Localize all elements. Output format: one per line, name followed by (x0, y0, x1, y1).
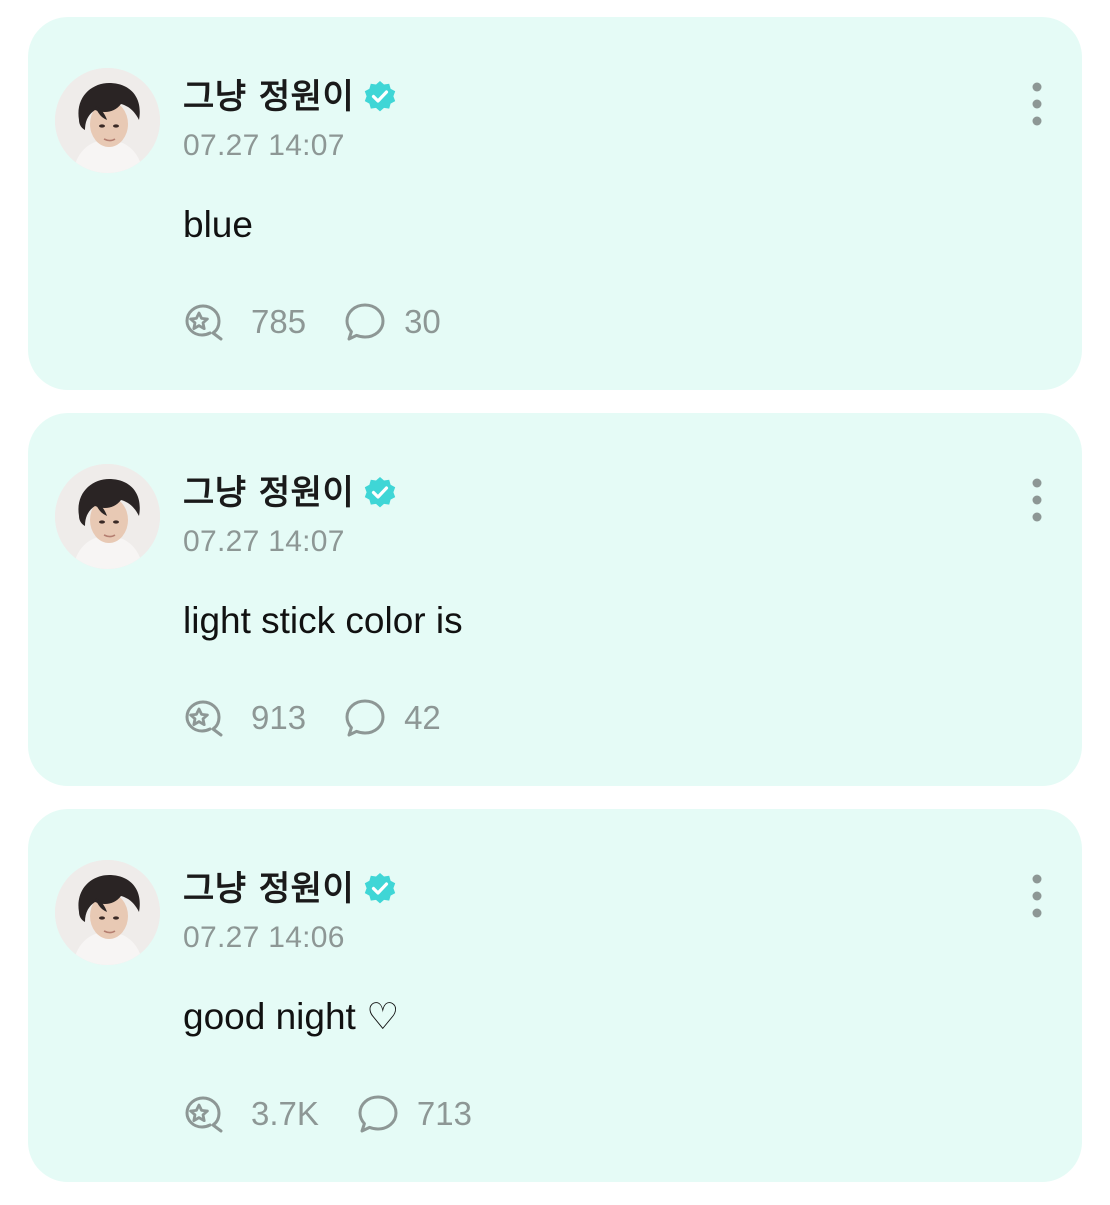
like-button[interactable]: 785 (183, 300, 306, 344)
more-options-icon[interactable] (1030, 873, 1044, 919)
post-text: blue (183, 204, 253, 245)
more-options-icon[interactable] (1030, 477, 1044, 523)
post-timestamp: 07.27 14:07 (183, 525, 345, 558)
like-count: 913 (251, 699, 307, 736)
author-row: 그냥 정원이 (183, 471, 398, 515)
post-timestamp: 07.27 14:07 (183, 129, 345, 162)
comment-count: 30 (404, 303, 441, 340)
like-button[interactable]: 913 (183, 696, 306, 740)
author-row: 그냥 정원이 (183, 867, 398, 911)
like-icon (183, 302, 231, 342)
author-name[interactable]: 그냥 정원이 (183, 75, 354, 119)
like-button[interactable]: 3.7K (183, 1092, 319, 1136)
avatar[interactable] (55, 464, 160, 569)
avatar-image (55, 68, 160, 173)
post-text: light stick color is (183, 600, 463, 641)
like-icon (183, 1094, 231, 1134)
comment-icon (344, 698, 386, 738)
author-name[interactable]: 그냥 정원이 (183, 471, 354, 515)
post-actions: 3.7K 713 (183, 1092, 510, 1136)
post-actions: 785 30 (183, 300, 479, 344)
post-text: good night ♡ (183, 996, 400, 1037)
post-feed: 그냥 정원이 07.27 14:07 blue 785 30 그냥 정원이 07… (28, 17, 1082, 1205)
post-card[interactable]: 그냥 정원이 07.27 14:07 blue 785 30 (28, 17, 1082, 390)
avatar[interactable] (55, 860, 160, 965)
comment-count: 42 (404, 699, 441, 736)
comment-icon (357, 1094, 399, 1134)
author-name[interactable]: 그냥 정원이 (183, 867, 354, 911)
more-options-icon[interactable] (1030, 81, 1044, 127)
post-actions: 913 42 (183, 696, 479, 740)
comment-icon (344, 302, 386, 342)
like-icon (183, 698, 231, 738)
comment-button[interactable]: 713 (357, 1092, 472, 1136)
author-row: 그냥 정원이 (183, 75, 398, 119)
comment-button[interactable]: 30 (344, 300, 441, 344)
post-card[interactable]: 그냥 정원이 07.27 14:07 light stick color is (28, 413, 1082, 786)
post-timestamp: 07.27 14:06 (183, 921, 345, 954)
comment-button[interactable]: 42 (344, 696, 441, 740)
verified-badge-icon (362, 871, 398, 907)
post-card[interactable]: 그냥 정원이 07.27 14:06 good night ♡ 3.7K 713 (28, 809, 1082, 1182)
avatar-image (55, 464, 160, 569)
like-count: 3.7K (251, 1095, 319, 1132)
like-count: 785 (251, 303, 307, 340)
avatar-image (55, 860, 160, 965)
avatar[interactable] (55, 68, 160, 173)
comment-count: 713 (416, 1095, 472, 1132)
verified-badge-icon (362, 475, 398, 511)
verified-badge-icon (362, 79, 398, 115)
